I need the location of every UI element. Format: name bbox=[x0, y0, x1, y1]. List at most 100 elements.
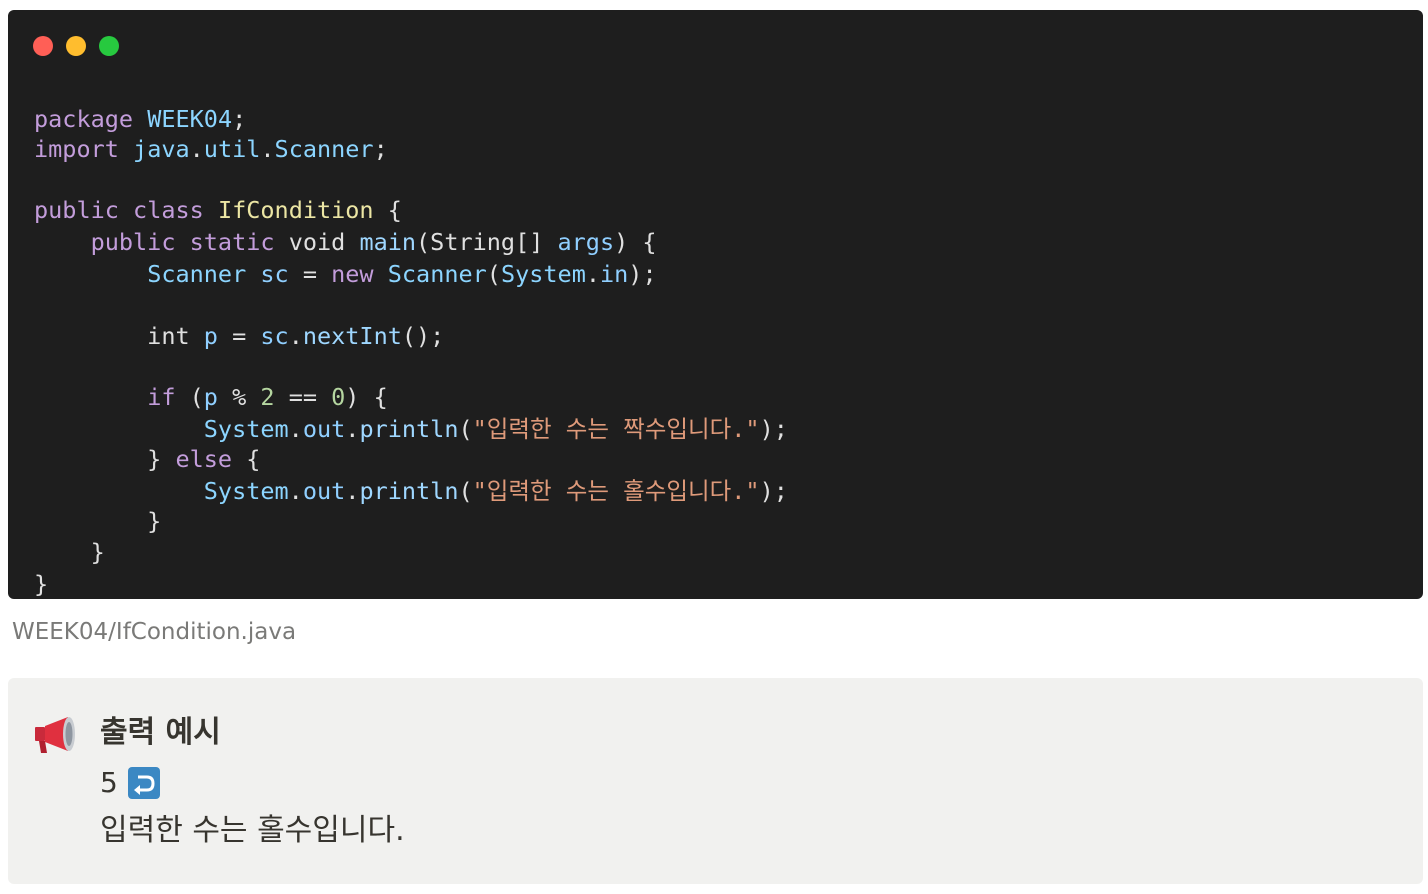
callout-title: 출력 예시 bbox=[100, 715, 221, 750]
code-token: System bbox=[203, 477, 289, 505]
code-token: ( bbox=[175, 383, 204, 411]
example-output: 입력한 수는 홀수입니다. bbox=[100, 813, 405, 848]
code-line: System.out.println("입력한 수는 홀수입니다."); bbox=[34, 476, 788, 506]
code-token: % bbox=[217, 383, 261, 411]
code-token: sc bbox=[260, 260, 289, 288]
code-token: p bbox=[203, 383, 218, 411]
code-token: . bbox=[288, 415, 303, 443]
code-token: new bbox=[331, 260, 374, 288]
code-token: = bbox=[288, 260, 332, 288]
code-token: if bbox=[147, 383, 176, 411]
callout-block: 출력 예시 5 입력한 수는 홀수입니다. bbox=[8, 678, 1423, 884]
code-token: . bbox=[345, 477, 360, 505]
code-caption: WEEK04/IfCondition.java bbox=[12, 619, 297, 645]
code-token: (String[] bbox=[416, 228, 558, 256]
window-controls bbox=[33, 36, 119, 56]
code-token: "입력한 수는 짝수입니다." bbox=[472, 415, 760, 443]
code-token: . bbox=[288, 477, 303, 505]
code-token: { bbox=[232, 445, 261, 473]
code-token: out bbox=[302, 415, 346, 443]
code-line: import java.util.Scanner; bbox=[34, 134, 388, 164]
minimize-dot bbox=[66, 36, 86, 56]
code-token: static bbox=[189, 228, 275, 256]
code-token: } bbox=[34, 538, 105, 566]
code-token: "입력한 수는 홀수입니다." bbox=[472, 477, 760, 505]
code-token: = bbox=[217, 322, 261, 350]
maximize-dot bbox=[99, 36, 119, 56]
code-token: ); bbox=[759, 415, 788, 443]
code-token: nextInt bbox=[302, 322, 402, 350]
code-token: . bbox=[260, 135, 275, 163]
code-token: out bbox=[302, 477, 346, 505]
code-block: package WEEK04; import java.util.Scanner;… bbox=[8, 10, 1423, 599]
code-token: System bbox=[500, 260, 586, 288]
code-token: } bbox=[34, 570, 49, 598]
code-token: ; bbox=[232, 105, 247, 133]
code-token: public bbox=[34, 196, 119, 224]
code-token: Scanner bbox=[387, 260, 487, 288]
code-token: ) { bbox=[614, 228, 657, 256]
code-token: ) { bbox=[345, 383, 388, 411]
code-token: void bbox=[288, 228, 346, 256]
code-token: sc bbox=[260, 322, 289, 350]
code-token: java bbox=[133, 135, 190, 163]
code-line: } bbox=[34, 537, 105, 567]
code-token: WEEK04 bbox=[147, 105, 233, 133]
code-token: println bbox=[359, 477, 459, 505]
code-token: class bbox=[133, 196, 204, 224]
code-token: == bbox=[274, 383, 332, 411]
code-token: 2 bbox=[260, 383, 275, 411]
code-token: (); bbox=[401, 322, 445, 350]
code-token: ( bbox=[458, 477, 473, 505]
code-token: main bbox=[359, 228, 417, 256]
code-token: IfCondition bbox=[217, 196, 374, 224]
code-token: import bbox=[34, 135, 119, 163]
code-token: . bbox=[345, 415, 360, 443]
code-line: } bbox=[34, 506, 161, 536]
code-token: ( bbox=[486, 260, 501, 288]
code-token: Scanner bbox=[274, 135, 374, 163]
code-token: ( bbox=[458, 415, 473, 443]
code-token: } bbox=[34, 507, 162, 535]
code-token: . bbox=[288, 322, 303, 350]
code-line: } bbox=[34, 569, 48, 599]
code-token: } bbox=[34, 445, 176, 473]
return-arrow-icon bbox=[127, 767, 160, 799]
code-token: package bbox=[34, 105, 134, 133]
code-token: in bbox=[600, 260, 629, 288]
code-token: . bbox=[585, 260, 600, 288]
code-token: ; bbox=[373, 135, 388, 163]
code-token: { bbox=[373, 196, 402, 224]
code-token: ); bbox=[628, 260, 657, 288]
code-token: ); bbox=[759, 477, 788, 505]
code-line: public static void main(String[] args) { bbox=[34, 227, 657, 257]
code-token: 0 bbox=[331, 383, 346, 411]
code-token: public bbox=[90, 228, 176, 256]
code-token: Scanner bbox=[147, 260, 247, 288]
code-line: System.out.println("입력한 수는 짝수입니다."); bbox=[34, 414, 788, 444]
code-token: util bbox=[203, 135, 261, 163]
code-line: package WEEK04; bbox=[34, 104, 246, 134]
code-token: int bbox=[34, 322, 204, 350]
code-token: p bbox=[203, 322, 218, 350]
code-line: int p = sc.nextInt(); bbox=[34, 321, 444, 351]
code-line: if (p % 2 == 0) { bbox=[34, 382, 388, 412]
code-line: public class IfCondition { bbox=[34, 195, 402, 225]
example-input: 5 bbox=[100, 765, 160, 801]
code-token: args bbox=[557, 228, 615, 256]
code-token: System bbox=[203, 415, 289, 443]
close-dot bbox=[33, 36, 53, 56]
code-token: else bbox=[175, 445, 233, 473]
